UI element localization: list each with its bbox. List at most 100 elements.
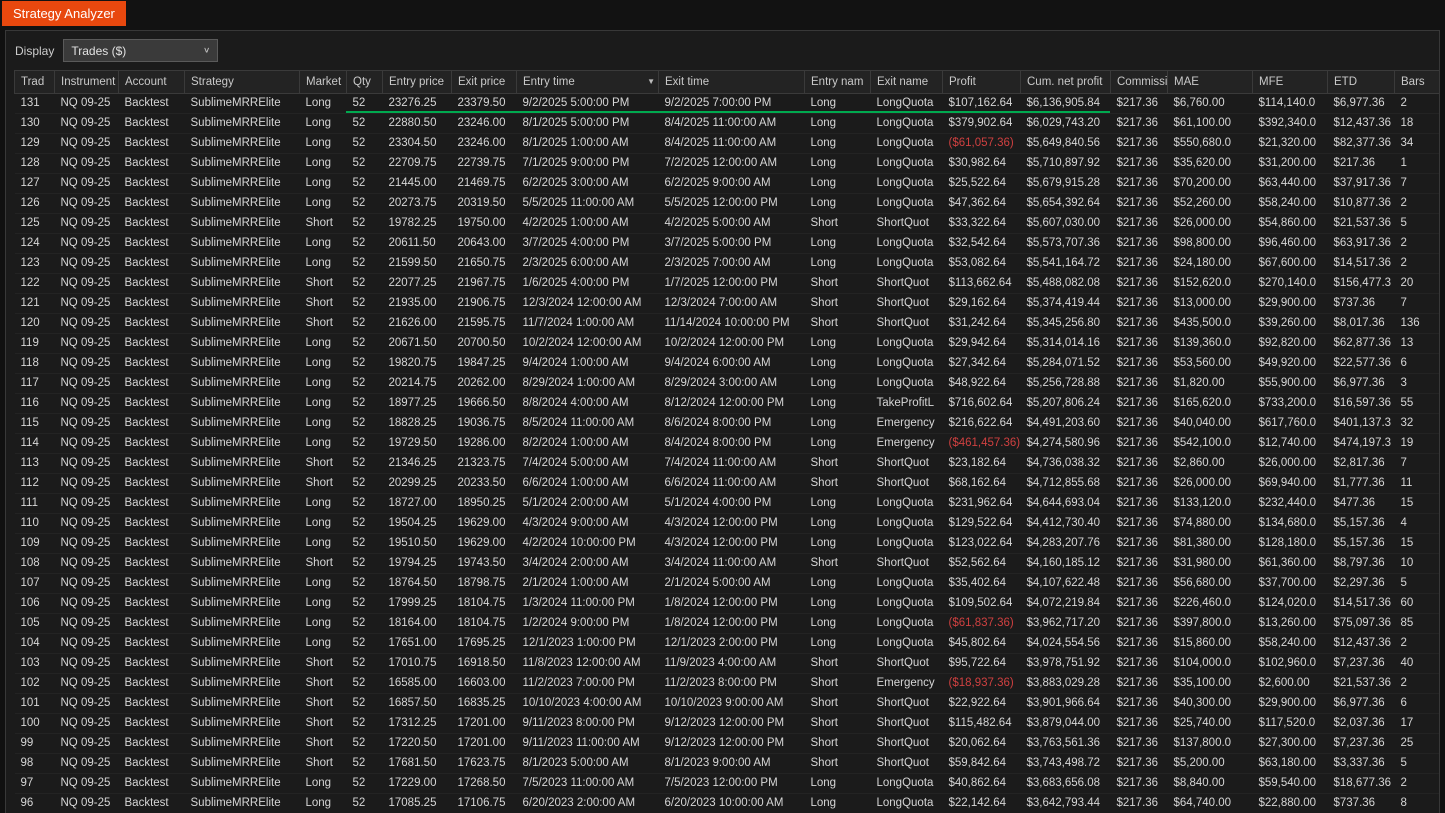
cell: ShortQuot [870, 453, 943, 474]
cell: $68,162.64 [942, 473, 1021, 494]
table-row[interactable]: 119 NQ 09-25 Backtest SublimeMRRElite Long 52… [14, 333, 1439, 354]
cell: NQ 09-25 [54, 573, 119, 594]
cell: 3 [1394, 373, 1439, 394]
column-header[interactable]: Strategy [184, 70, 300, 94]
table-row[interactable]: 127 NQ 09-25 Backtest SublimeMRRElite Long 52… [14, 173, 1439, 194]
table-row[interactable]: 131 NQ 09-25 Backtest SublimeMRRElite Long 52… [14, 93, 1439, 114]
display-select[interactable]: Trades ($) ∨ [63, 39, 219, 62]
table-row[interactable]: 96 NQ 09-25 Backtest SublimeMRRElite Long 52 1… [14, 793, 1439, 813]
table-row[interactable]: 110 NQ 09-25 Backtest SublimeMRRElite Long 52… [14, 513, 1439, 534]
cell: ShortQuot [870, 213, 943, 234]
table-row[interactable]: 100 NQ 09-25 Backtest SublimeMRRElite Short 5… [14, 713, 1439, 734]
table-row[interactable]: 115 NQ 09-25 Backtest SublimeMRRElite Long 52… [14, 413, 1439, 434]
table-row[interactable]: 129 NQ 09-25 Backtest SublimeMRRElite Long 52… [14, 133, 1439, 154]
cell: 9/11/2023 11:00:00 AM [516, 733, 659, 754]
table-row[interactable]: 103 NQ 09-25 Backtest SublimeMRRElite Short 5… [14, 653, 1439, 674]
cell: $4,283,207.76 [1020, 533, 1111, 554]
column-header[interactable]: Bars [1394, 70, 1439, 94]
column-header[interactable]: Qty [346, 70, 383, 94]
cell: 6/20/2023 10:00:00 AM [658, 793, 805, 813]
column-header[interactable]: Cum. net profit [1020, 70, 1111, 94]
column-header[interactable]: Market [299, 70, 347, 94]
cell: Long [804, 173, 871, 194]
cell: 8/4/2024 8:00:00 PM [658, 433, 805, 454]
cell: 18104.75 [451, 593, 517, 614]
table-row[interactable]: 99 NQ 09-25 Backtest SublimeMRRElite Short 52… [14, 733, 1439, 754]
column-header[interactable]: Entry price [382, 70, 452, 94]
column-header[interactable]: Entry nam [804, 70, 871, 94]
cell: 7/1/2025 9:00:00 PM [516, 153, 659, 174]
table-row[interactable]: 97 NQ 09-25 Backtest SublimeMRRElite Long 52 1… [14, 773, 1439, 794]
cell: $401,137.3 [1327, 413, 1395, 434]
cell: 1/2/2024 9:00:00 PM [516, 613, 659, 634]
table-row[interactable]: 105 NQ 09-25 Backtest SublimeMRRElite Long 52… [14, 613, 1439, 634]
cell: 17695.25 [451, 633, 517, 654]
table-row[interactable]: 124 NQ 09-25 Backtest SublimeMRRElite Long 52… [14, 233, 1439, 254]
cell: 52 [346, 673, 383, 694]
cell: 98 [14, 753, 55, 774]
cell: ShortQuot [870, 273, 943, 294]
cell: 1/3/2024 11:00:00 PM [516, 593, 659, 614]
table-row[interactable]: 116 NQ 09-25 Backtest SublimeMRRElite Long 52… [14, 393, 1439, 414]
table-row[interactable]: 109 NQ 09-25 Backtest SublimeMRRElite Long 52… [14, 533, 1439, 554]
tab-strategy-analyzer[interactable]: Strategy Analyzer [2, 1, 126, 26]
column-header[interactable]: MFE [1252, 70, 1328, 94]
cell: $133,120.0 [1167, 493, 1253, 514]
cell: $16,597.36 [1327, 393, 1395, 414]
cell: $13,000.00 [1167, 293, 1253, 314]
strategy-analyzer-panel: Display Trades ($) ∨ Trad Instrument Accou… [5, 30, 1440, 813]
column-header[interactable]: Exit time [658, 70, 805, 94]
cell: Long [299, 513, 347, 534]
cell: SublimeMRRElite [184, 113, 300, 134]
table-row[interactable]: 102 NQ 09-25 Backtest SublimeMRRElite Short 5… [14, 673, 1439, 694]
cell: $52,260.00 [1167, 193, 1253, 214]
cell: 8 [1394, 793, 1439, 813]
cell: $26,000.00 [1167, 473, 1253, 494]
column-header[interactable]: Exit name [870, 70, 943, 94]
table-row[interactable]: 104 NQ 09-25 Backtest SublimeMRRElite Long 52… [14, 633, 1439, 654]
cell: SublimeMRRElite [184, 473, 300, 494]
cell: 20273.75 [382, 193, 452, 214]
table-row[interactable]: 126 NQ 09-25 Backtest SublimeMRRElite Long 52… [14, 193, 1439, 214]
cell: 8/29/2024 1:00:00 AM [516, 373, 659, 394]
column-header[interactable]: MAE [1167, 70, 1253, 94]
cell: $55,900.00 [1252, 373, 1328, 394]
column-header[interactable]: ETD [1327, 70, 1395, 94]
table-row[interactable]: 108 NQ 09-25 Backtest SublimeMRRElite Short 5… [14, 553, 1439, 574]
table-row[interactable]: 128 NQ 09-25 Backtest SublimeMRRElite Long 52… [14, 153, 1439, 174]
table-row[interactable]: 98 NQ 09-25 Backtest SublimeMRRElite Short 52… [14, 753, 1439, 774]
table-row[interactable]: 130 NQ 09-25 Backtest SublimeMRRElite Long 52… [14, 113, 1439, 134]
column-header[interactable]: Trad [14, 70, 55, 94]
table-row[interactable]: 120 NQ 09-25 Backtest SublimeMRRElite Short 5… [14, 313, 1439, 334]
table-row[interactable]: 117 NQ 09-25 Backtest SublimeMRRElite Long 52… [14, 373, 1439, 394]
table-row[interactable]: 111 NQ 09-25 Backtest SublimeMRRElite Long 52… [14, 493, 1439, 514]
table-row[interactable]: 112 NQ 09-25 Backtest SublimeMRRElite Short 5… [14, 473, 1439, 494]
column-header[interactable]: ▼ Entry time [516, 70, 659, 94]
cell: $397,800.0 [1167, 613, 1253, 634]
column-header[interactable]: Exit price [451, 70, 517, 94]
cell: SublimeMRRElite [184, 393, 300, 414]
cell: Backtest [118, 373, 185, 394]
cell: 52 [346, 773, 383, 794]
table-row[interactable]: 123 NQ 09-25 Backtest SublimeMRRElite Long 52… [14, 253, 1439, 274]
cell: Backtest [118, 473, 185, 494]
table-row[interactable]: 121 NQ 09-25 Backtest SublimeMRRElite Short 5… [14, 293, 1439, 314]
cell: 17085.25 [382, 793, 452, 813]
cell: LongQuota [870, 193, 943, 214]
table-row[interactable]: 114 NQ 09-25 Backtest SublimeMRRElite Long 52… [14, 433, 1439, 454]
table-row[interactable]: 122 NQ 09-25 Backtest SublimeMRRElite Short 5… [14, 273, 1439, 294]
column-header[interactable]: Instrument [54, 70, 119, 94]
column-header[interactable]: Account [118, 70, 185, 94]
table-row[interactable]: 113 NQ 09-25 Backtest SublimeMRRElite Short 5… [14, 453, 1439, 474]
cell: $104,000.0 [1167, 653, 1253, 674]
table-row[interactable]: 118 NQ 09-25 Backtest SublimeMRRElite Long 52… [14, 353, 1439, 374]
table-row[interactable]: 107 NQ 09-25 Backtest SublimeMRRElite Long 52… [14, 573, 1439, 594]
column-header[interactable]: Commissio [1110, 70, 1168, 94]
cell: $3,683,656.08 [1020, 773, 1111, 794]
table-row[interactable]: 101 NQ 09-25 Backtest SublimeMRRElite Short 5… [14, 693, 1439, 714]
table-row[interactable]: 125 NQ 09-25 Backtest SublimeMRRElite Short 5… [14, 213, 1439, 234]
cell: $8,840.00 [1167, 773, 1253, 794]
column-header[interactable]: Profit [942, 70, 1021, 94]
cell: SublimeMRRElite [184, 513, 300, 534]
table-row[interactable]: 106 NQ 09-25 Backtest SublimeMRRElite Long 52… [14, 593, 1439, 614]
